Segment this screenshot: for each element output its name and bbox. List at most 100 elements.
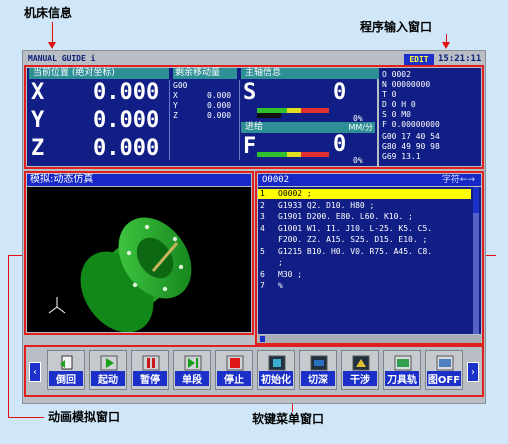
program-line[interactable]: 1 O0002 ;	[260, 189, 472, 200]
softkey-label: 停止	[217, 371, 251, 386]
spindle-value: 0	[333, 80, 347, 105]
line-number: 2	[260, 200, 265, 210]
line-number: 3	[260, 212, 265, 221]
softkey-stop[interactable]: 停止	[215, 350, 253, 390]
softkey-label: 暂停	[133, 371, 167, 386]
program-line[interactable]: 7%	[260, 281, 472, 292]
line-text: G1215 B10. H0. V0. R75. A45. C8.	[278, 246, 433, 256]
feed-header: 进给	[241, 122, 305, 133]
softkey-rewind[interactable]: 倒回	[47, 350, 85, 390]
axis-label-z: Z	[31, 136, 45, 161]
program-lines: 1 O0002 ; 2 G1933 Q2. D10. H80 ; 3 G1901 D200…	[260, 189, 472, 329]
softkey-tool-path[interactable]: 刀具轨	[383, 350, 421, 390]
program-line[interactable]: 4 G1001 W1. I1. J10. L-25. K5. C5.	[260, 224, 472, 235]
softkey-play[interactable]: 起动	[89, 350, 127, 390]
line-text: F200. Z2. A15. S25. D15. E10. ;	[278, 235, 428, 244]
cursor-marker	[260, 336, 265, 342]
line-number: 7	[260, 281, 265, 290]
annotation-arrow-head	[48, 42, 56, 49]
softkey-cut-depth[interactable]: 切深	[299, 350, 337, 390]
axis-value-y: 0.000	[93, 108, 160, 133]
remaining-axis-z: Z	[173, 111, 178, 120]
softkey-graphic-off[interactable]: 图OFF	[425, 350, 463, 390]
softkey-pause[interactable]: 暂停	[131, 350, 169, 390]
softkey-label: 起动	[91, 371, 125, 386]
softkey-bar: ‹ › 倒回 起动 暂停 单段 停止 初始化 切深 干涉 刀具轨 图OFF	[27, 348, 481, 394]
annotation-arrow-line	[52, 22, 53, 44]
cut-depth-icon	[310, 355, 328, 371]
modal-line: D 0 H 0	[382, 100, 416, 109]
line-number: 6	[260, 269, 265, 279]
softkey-label: 倒回	[49, 371, 83, 386]
spindle-letter: S	[243, 80, 257, 105]
program-name: O0002	[262, 175, 290, 185]
softkey-label: 切深	[301, 371, 335, 386]
program-scrollbar[interactable]	[473, 187, 479, 334]
softkey-label: 图OFF	[427, 371, 461, 386]
stop-icon	[226, 355, 244, 371]
scrollbar-thumb[interactable]	[473, 187, 479, 213]
feed-load-bar	[257, 152, 329, 157]
remaining-value-z: 0.000	[207, 111, 232, 120]
program-line[interactable]: ;	[260, 258, 472, 269]
spindle-header: 主轴信息	[241, 68, 379, 79]
line-text: M30 ;	[278, 269, 303, 279]
program-line[interactable]: 2 G1933 Q2. D10. H80 ;	[260, 201, 472, 212]
spindle-load-empty	[257, 113, 281, 118]
simulation-viewport	[27, 187, 251, 333]
softkey-next[interactable]: ›	[467, 362, 479, 382]
softkey-interference[interactable]: 干涉	[341, 350, 379, 390]
tool-path-icon	[394, 355, 412, 371]
divider	[169, 80, 170, 160]
softkey-label: 刀具轨	[385, 371, 419, 386]
line-text: ;	[278, 258, 283, 267]
softkey-label: 单段	[175, 371, 209, 386]
program-header: O0002 字符←→	[258, 174, 481, 186]
annotation-leader-left	[8, 255, 22, 256]
program-line[interactable]: 3 G1901 D200. E80. L60. K10. ;	[260, 212, 472, 223]
simulation-title: 模拟:动态仿真	[27, 174, 251, 186]
axes-indicator	[48, 297, 66, 314]
annotation-arrow-head	[442, 42, 450, 49]
interference-icon	[352, 355, 370, 371]
line-number: 1	[260, 189, 265, 198]
feed-value: 0	[333, 132, 347, 157]
program-line[interactable]: F200. Z2. A15. S25. D15. E10. ;	[260, 235, 472, 246]
modal-line: G69 13.1	[382, 152, 421, 161]
remaining-value-y: 0.000	[207, 101, 232, 110]
program-editor[interactable]: 1 O0002 ; 2 G1933 Q2. D10. H80 ; 3 G1901 D200…	[258, 187, 481, 334]
axis-label-y: Y	[31, 108, 45, 133]
axis-label-x: X	[31, 80, 45, 105]
softkey-initialize[interactable]: 初始化	[257, 350, 295, 390]
remaining-axis-y: Y	[173, 101, 178, 110]
annotation-machine-info: 机床信息	[24, 6, 73, 20]
softkey-label: 干涉	[343, 371, 377, 386]
program-edit-mode[interactable]: 字符←→	[442, 174, 475, 186]
modal-line: N 00000000	[382, 80, 431, 89]
modal-line: T 0	[382, 90, 397, 99]
annotation-program-input: 程序输入窗口	[360, 20, 433, 34]
remaining-gcode: G00	[173, 81, 188, 90]
position-header: 当前位置 (绝对坐标)	[29, 68, 169, 79]
line-number: 5	[260, 246, 265, 256]
annotation-leader-left	[8, 255, 9, 417]
modal-line: O 0002	[382, 70, 411, 79]
program-line[interactable]: 6 M30 ;	[260, 270, 472, 281]
softkey-single-step[interactable]: 单段	[173, 350, 211, 390]
modal-line: G80 49 90 98	[382, 142, 440, 151]
feed-load-pct: 0%	[353, 156, 363, 165]
line-text: O0002 ;	[278, 189, 312, 198]
line-text: %	[278, 281, 283, 290]
remaining-value-x: 0.000	[207, 91, 232, 100]
single-step-icon	[184, 355, 202, 371]
status-title: MANUAL GUIDE i	[28, 54, 96, 63]
softkey-prev[interactable]: ‹	[29, 362, 41, 382]
mode-indicator: EDIT	[404, 54, 434, 65]
cnc-screen: MANUAL GUIDE i EDIT 15:21:11 当前位置 (绝对坐标)…	[22, 50, 486, 404]
line-number: 4	[260, 223, 265, 233]
annotation-leader-left	[8, 417, 44, 418]
machine-info-panel: 当前位置 (绝对坐标) 剩余移动量 主轴信息 X 0.000 Y 0.000 Z…	[27, 68, 379, 166]
annotation-softkey-window: 软键菜单窗口	[252, 412, 325, 426]
program-line[interactable]: 5 G1215 B10. H0. V0. R75. A45. C8.	[260, 247, 472, 258]
remaining-header: 剩余移动量	[173, 68, 237, 79]
